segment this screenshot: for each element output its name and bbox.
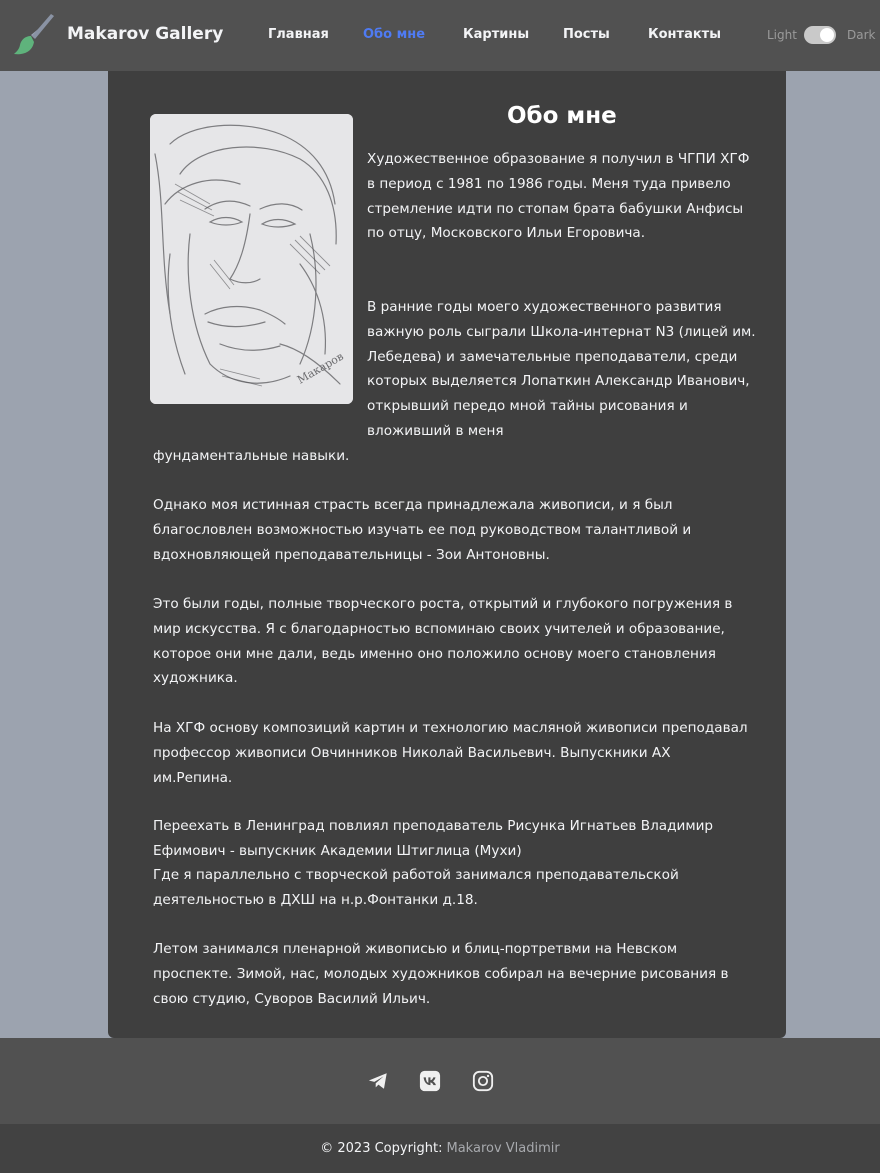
- instagram-icon[interactable]: [472, 1070, 494, 1092]
- about-paragraph-6-continued: Где я параллельно с творческой работой з…: [153, 867, 679, 908]
- nav-link-about[interactable]: Обо мне: [363, 27, 425, 42]
- about-paragraph-1: Художественное образование я получил в Ч…: [367, 151, 750, 242]
- about-paragraph-2: В ранние годы моего художественного разв…: [367, 299, 756, 439]
- about-paragraph-4: Это были годы, полные творческого роста,…: [153, 596, 733, 687]
- brand-logo-link[interactable]: Makarov Gallery: [12, 12, 223, 58]
- about-paragraph-6: Переехать в Ленинград повлиял преподават…: [153, 818, 714, 859]
- page-title: Обо мне: [507, 103, 617, 129]
- nav-link-paintings[interactable]: Картины: [463, 27, 529, 42]
- author-portrait-image: Макаров: [150, 114, 353, 404]
- nav-link-posts[interactable]: Посты: [563, 27, 610, 42]
- top-navbar: Makarov Gallery Главная Обо мне Картины …: [0, 0, 880, 71]
- about-paragraph-2-continued: фундаментальные навыки.: [153, 448, 350, 464]
- copyright-text: © 2023 Copyright:: [320, 1141, 443, 1156]
- paintbrush-icon: [14, 14, 54, 55]
- theme-toggle[interactable]: [804, 26, 836, 44]
- about-card: Макаров Обо мне Художественное образован…: [108, 71, 786, 1038]
- vk-icon[interactable]: [419, 1070, 441, 1092]
- telegram-icon[interactable]: [367, 1070, 389, 1092]
- about-paragraph-5: На ХГФ основу композиций картин и технол…: [153, 720, 748, 786]
- brand-title[interactable]: Makarov Gallery: [67, 24, 223, 44]
- footer-social-bar: [0, 1038, 880, 1124]
- copyright-author-link[interactable]: Makarov Vladimir: [447, 1141, 560, 1156]
- footer-copyright-bar: © 2023 Copyright: Makarov Vladimir: [0, 1124, 880, 1173]
- about-paragraph-3: Однако моя истинная страсть всегда прина…: [153, 497, 692, 563]
- theme-dark-label: Dark: [847, 28, 876, 42]
- theme-light-label: Light: [767, 28, 797, 42]
- theme-toggle-knob: [820, 28, 834, 42]
- nav-link-contacts[interactable]: Контакты: [648, 27, 721, 42]
- nav-link-home[interactable]: Главная: [268, 27, 329, 42]
- about-paragraph-7: Летом занимался пленарной живописью и бл…: [153, 941, 729, 1007]
- pencil-portrait-sketch-icon: Макаров: [150, 114, 353, 404]
